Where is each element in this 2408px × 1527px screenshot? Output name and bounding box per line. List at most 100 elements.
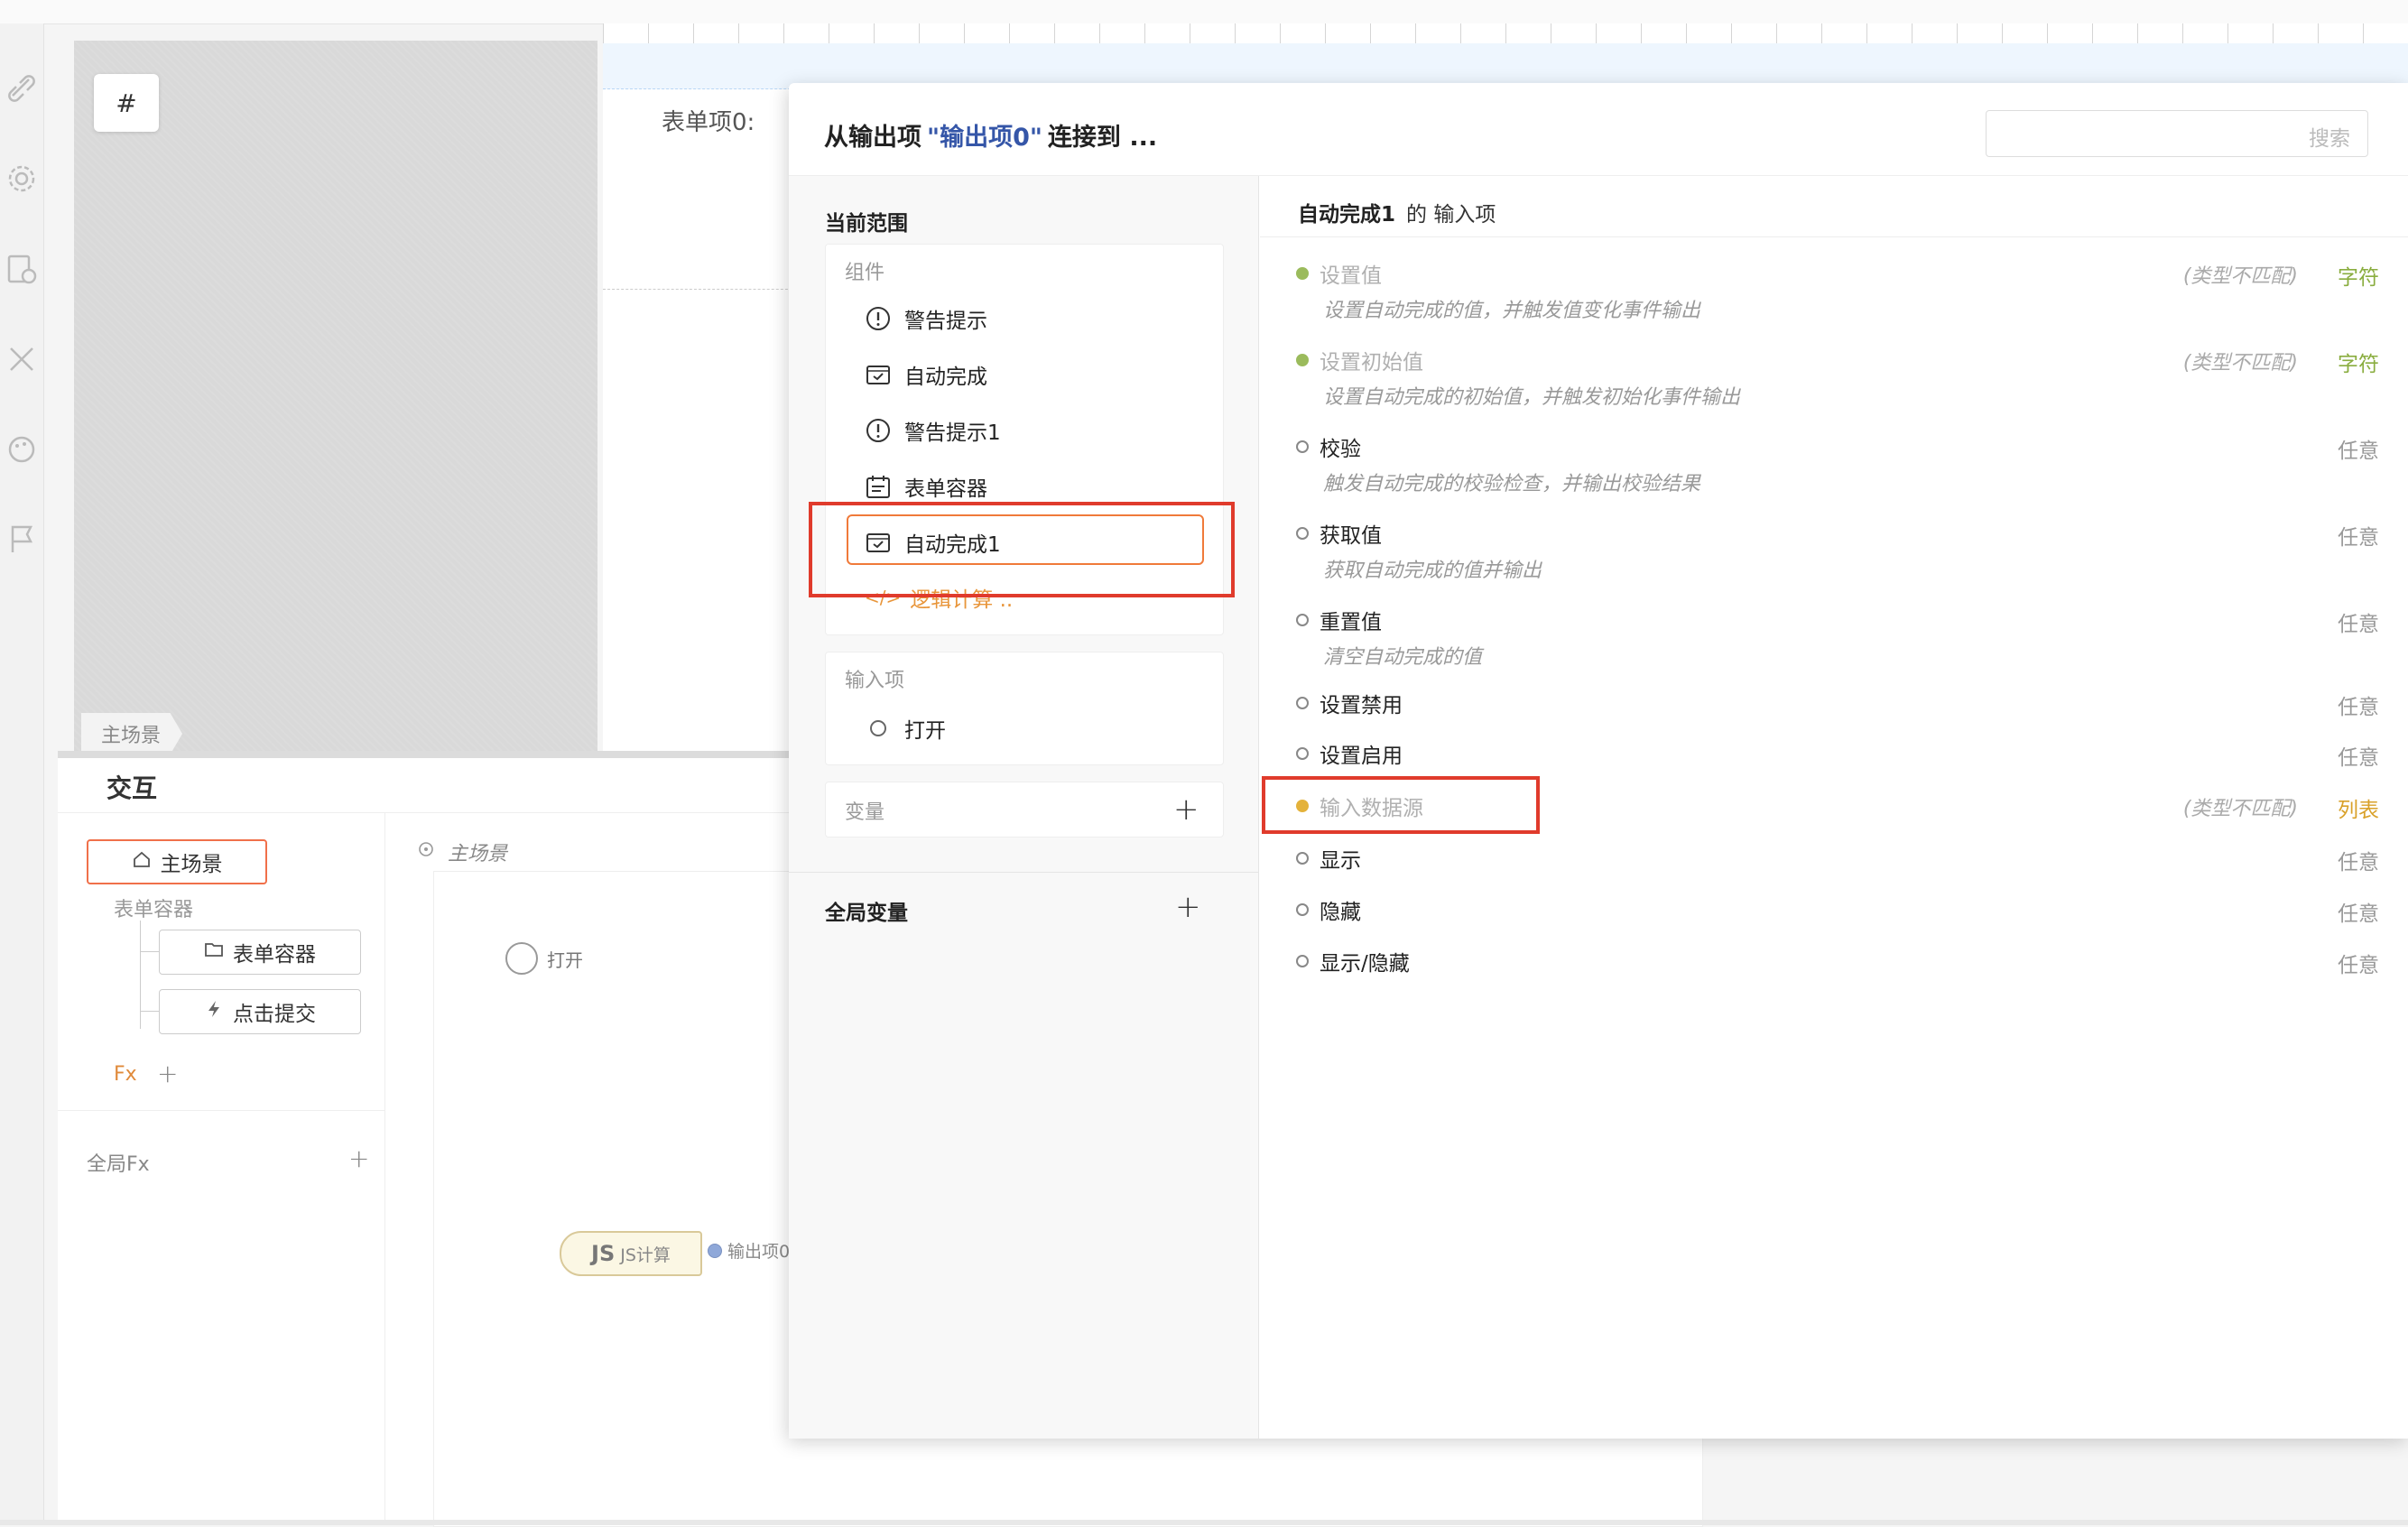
- top-toolbar: [0, 0, 2408, 24]
- output-dot-icon: [708, 1243, 722, 1258]
- form-item-label: 表单项0:: [662, 109, 755, 136]
- input-desc: 触发自动完成的校验检查，并输出校验结果: [1323, 473, 1701, 495]
- input-row-get-value[interactable]: 获取值 任意 获取自动完成的值并输出: [1296, 520, 2379, 583]
- input-open-label: 打开: [904, 719, 946, 743]
- target-icon: [417, 840, 435, 864]
- input-row-enable[interactable]: 设置启用 任意: [1296, 740, 2379, 770]
- input-desc: 设置自动完成的值，并触发值变化事件输出: [1323, 300, 1701, 322]
- input-name: 显示: [1320, 849, 1361, 873]
- autocomplete-icon: [865, 361, 892, 388]
- add-fx-button[interactable]: +: [157, 1061, 178, 1087]
- component-label: 自动完成: [904, 366, 987, 389]
- input-name: 校验: [1320, 438, 1361, 461]
- input-name: 显示/隐藏: [1320, 952, 1410, 976]
- status-dot-icon: [1296, 354, 1309, 366]
- js-node-label: JS计算: [620, 1245, 671, 1265]
- tree-connector: [140, 921, 143, 1029]
- js-output-port[interactable]: 输出项0: [708, 1238, 790, 1263]
- input-row-toggle[interactable]: 显示/隐藏 任意: [1296, 948, 2379, 977]
- input-desc: 获取自动完成的值并输出: [1323, 560, 1542, 582]
- input-row-disable[interactable]: 设置禁用 任意: [1296, 689, 2379, 719]
- input-name: 设置值: [1320, 264, 1382, 288]
- status-dot-icon: [1296, 527, 1309, 540]
- input-name: 设置禁用: [1320, 694, 1403, 717]
- component-item[interactable]: 自动完成: [865, 359, 987, 390]
- tree-connector: [140, 951, 160, 953]
- input-name: 重置值: [1320, 611, 1382, 634]
- component-item[interactable]: 警告提示1: [865, 415, 1001, 446]
- tools-icon[interactable]: [2, 339, 42, 379]
- input-row-reset[interactable]: 重置值 任意 清空自动完成的值: [1296, 606, 2379, 670]
- status-dot-icon: [1296, 852, 1309, 865]
- input-open-item[interactable]: 打开: [865, 713, 946, 744]
- input-type: 任意: [2338, 696, 2379, 719]
- input-type: 列表: [2338, 799, 2379, 822]
- dialog-title-suffix: 连接到 ...: [1047, 124, 1158, 152]
- target-name: 自动完成1: [1298, 203, 1396, 227]
- link-icon[interactable]: [2, 69, 42, 108]
- global-vars-title: 全局变量: [825, 902, 908, 925]
- interaction-title: 交互: [107, 773, 158, 803]
- folder-icon: [204, 939, 224, 965]
- hash-button[interactable]: #: [94, 74, 159, 132]
- components-label: 组件: [845, 262, 885, 284]
- input-type: 任意: [2338, 954, 2379, 977]
- input-type: 字符: [2338, 266, 2379, 290]
- input-row-set-initial[interactable]: 设置初始值 (类型不匹配) 字符 设置自动完成的初始值，并触发初始化事件输出: [1296, 347, 2379, 410]
- tree-main-scene[interactable]: 主场景: [87, 839, 267, 884]
- input-row-set-value[interactable]: 设置值 (类型不匹配) 字符 设置自动完成的值，并触发值变化事件输出: [1296, 260, 2379, 323]
- divider: [58, 1110, 384, 1111]
- component-label: 表单容器: [904, 477, 987, 501]
- tree-connector: [140, 1011, 160, 1013]
- add-global-fx-button[interactable]: +: [348, 1146, 369, 1171]
- input-type: 任意: [2338, 851, 2379, 875]
- input-type: 任意: [2338, 746, 2379, 770]
- input-name: 获取值: [1320, 524, 1382, 548]
- fx-label: Fx: [114, 1063, 137, 1086]
- dialog-title-prefix: 从输出项: [824, 124, 922, 152]
- input-row-show[interactable]: 显示 任意: [1296, 845, 2379, 875]
- input-row-validate[interactable]: 校验 任意 触发自动完成的校验检查，并输出校验结果: [1296, 433, 2379, 496]
- js-compute-node[interactable]: JS JS计算: [560, 1231, 702, 1276]
- scene-canvas: [74, 41, 597, 754]
- tree-form-container[interactable]: 表单容器: [159, 930, 361, 975]
- status-dot-icon: [1296, 267, 1309, 280]
- flag-icon[interactable]: [2, 520, 42, 560]
- input-row-hide[interactable]: 隐藏 任意: [1296, 896, 2379, 926]
- palette-icon[interactable]: [2, 430, 42, 469]
- input-type: 任意: [2338, 613, 2379, 636]
- lightning-icon: [204, 999, 224, 1024]
- status-dot-icon: [1296, 955, 1309, 967]
- input-name: 设置初始值: [1320, 351, 1423, 375]
- component-label: 警告提示1: [904, 421, 1001, 445]
- graph-scene-header: 主场景: [417, 838, 507, 866]
- divider: [1260, 236, 2408, 237]
- open-node-label: 打开: [547, 949, 583, 971]
- add-global-var-button[interactable]: +: [1175, 892, 1201, 922]
- input-type: 字符: [2338, 353, 2379, 376]
- add-variable-button[interactable]: +: [1173, 794, 1199, 825]
- main-scene-tab[interactable]: 主场景: [81, 713, 182, 754]
- input-desc: 清空自动完成的值: [1323, 646, 1483, 669]
- input-type: 任意: [2338, 440, 2379, 463]
- alert-circle-icon: [865, 305, 892, 332]
- component-item[interactable]: 警告提示: [865, 303, 987, 334]
- status-dot-icon: [1296, 440, 1309, 453]
- component-item[interactable]: 表单容器: [865, 471, 987, 502]
- left-icon-rail: [0, 23, 44, 1525]
- horizontal-ruler: [603, 23, 2408, 44]
- tree-group-label: 表单容器: [114, 899, 194, 921]
- tree-click-submit[interactable]: 点击提交: [159, 989, 361, 1034]
- gear-icon[interactable]: [2, 159, 42, 199]
- annotation-box-datasource: [1262, 776, 1540, 834]
- node-port-icon: [505, 942, 538, 975]
- search-placeholder: 搜索: [2309, 127, 2350, 151]
- tree-main-scene-label: 主场景: [160, 853, 223, 876]
- tree-click-submit-label: 点击提交: [233, 1003, 316, 1026]
- status-dot-icon: [1296, 903, 1309, 916]
- alert-circle-icon: [865, 417, 892, 444]
- schedule-icon[interactable]: [2, 249, 42, 289]
- target-suffix: 的 输入项: [1406, 203, 1496, 227]
- input-desc: 设置自动完成的初始值，并触发初始化事件输出: [1323, 386, 1741, 409]
- open-node[interactable]: 打开: [505, 942, 583, 975]
